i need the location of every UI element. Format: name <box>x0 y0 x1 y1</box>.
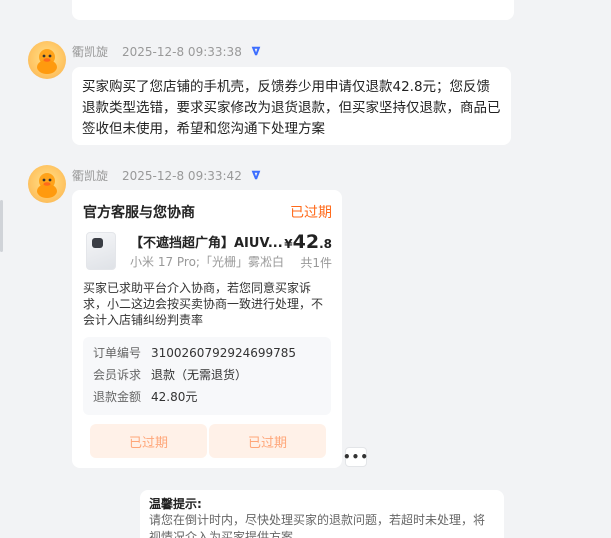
message-text: 买家购买了您店铺的手机壳，反馈券少用申请仅退款42.8元；您反馈退款类型选错，要… <box>82 79 501 137</box>
tip-notice: 温馨提示: 请您在倒计时内，尽快处理买家的退款问题，若超时未处理，将视情况介入为… <box>140 490 504 538</box>
status-badge: 已过期 <box>290 205 332 221</box>
negotiation-card: 官方客服与您协商 已过期 【不遮挡超广角】AIUV... 小米 17 Pro;「… <box>72 190 342 468</box>
sender-avatar[interactable] <box>28 41 66 79</box>
price-currency: ¥ <box>284 237 293 251</box>
info-value: 42.80元 <box>151 390 198 404</box>
info-row-refund-amount: 退款金额 42.80元 <box>93 386 321 408</box>
phone-camera-icon <box>92 238 103 248</box>
previous-message-card <box>72 0 514 20</box>
product-name[interactable]: 【不遮挡超广角】AIUV... <box>130 232 285 251</box>
duck-avatar-icon <box>37 173 57 198</box>
shield-verified-icon: 𝛁 <box>251 168 261 182</box>
card-title: 官方客服与您协商 <box>83 205 195 221</box>
more-options-button[interactable]: ••• <box>343 447 370 467</box>
order-info: 订单编号 3100260792924699785 会员诉求 退款（无需退货） 退… <box>83 337 331 415</box>
expired-button-right[interactable]: 已过期 <box>209 424 326 458</box>
shield-verified-icon: 𝛁 <box>251 44 261 58</box>
info-value: 退款（无需退货） <box>151 368 248 382</box>
tip-body: 请您在倒计时内，尽快处理买家的退款问题，若超时未处理，将视情况介入为买家提供方案 <box>149 513 486 538</box>
info-value: 3100260792924699785 <box>151 346 297 360</box>
product-spec: 小米 17 Pro;「光栅」雾凇白 <box>130 255 284 269</box>
tip-title: 温馨提示: <box>149 497 202 511</box>
product-price: ¥42.8 <box>284 231 332 253</box>
info-label: 退款金额 <box>93 390 142 404</box>
sender-avatar[interactable] <box>28 165 66 203</box>
info-label: 订单编号 <box>93 346 142 360</box>
sender-name: 衢凯旋 <box>72 169 109 183</box>
more-dots-icon: ••• <box>343 450 370 464</box>
message-meta: 衢凯旋 2025-12-8 09:33:42 𝛁 <box>72 167 260 184</box>
price-decimal: .8 <box>319 237 332 251</box>
panel-resize-handle[interactable] <box>0 200 3 252</box>
product-quantity: 共1件 <box>300 256 332 270</box>
product-thumbnail[interactable] <box>86 232 116 270</box>
price-integer: 42 <box>292 231 320 253</box>
duck-avatar-icon <box>37 49 57 74</box>
info-row-order-id: 订单编号 3100260792924699785 <box>93 342 321 364</box>
card-description: 买家已求助平台介入协商，若您同意买家诉求，小二这边会按买卖协商一致进行处理，不会… <box>83 281 324 327</box>
message-bubble: 买家购买了您店铺的手机壳，反馈券少用申请仅退款42.8元；您反馈退款类型选错，要… <box>72 67 511 145</box>
info-label: 会员诉求 <box>93 368 142 382</box>
sender-name: 衢凯旋 <box>72 45 109 59</box>
message-time: 2025-12-8 09:33:38 <box>122 44 242 59</box>
expired-button-left[interactable]: 已过期 <box>90 424 207 458</box>
info-row-claim: 会员诉求 退款（无需退货） <box>93 364 321 386</box>
message-time: 2025-12-8 09:33:42 <box>122 168 242 183</box>
message-meta: 衢凯旋 2025-12-8 09:33:38 𝛁 <box>72 43 260 60</box>
